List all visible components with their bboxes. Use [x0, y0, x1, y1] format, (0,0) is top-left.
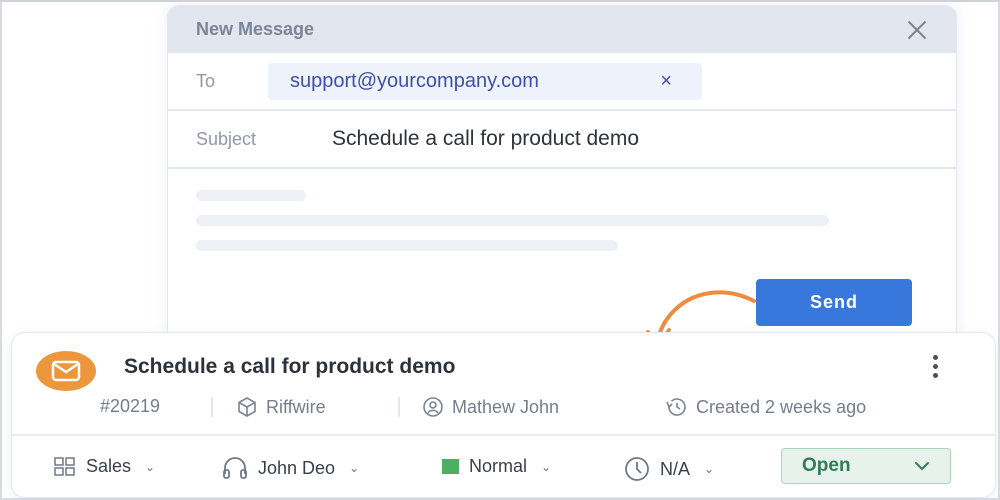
- chevron-down-icon: ⌄: [349, 461, 360, 475]
- mail-icon: [51, 360, 81, 382]
- ticket-avatar: [36, 351, 96, 391]
- ticket-title[interactable]: Schedule a call for product demo: [124, 355, 455, 379]
- agent-value: John Deo: [258, 457, 336, 478]
- divider: [398, 397, 400, 417]
- send-button[interactable]: Send: [756, 279, 912, 326]
- to-label: To: [196, 70, 216, 91]
- subject-row[interactable]: Subject Schedule a call for product demo: [168, 111, 956, 169]
- ticket-meta: #20219 Riffwire Mathew John Created 2 we…: [12, 396, 995, 422]
- cube-icon: [238, 397, 256, 417]
- headset-icon: [223, 457, 247, 479]
- body-placeholder-line: [196, 240, 618, 251]
- to-row: To support@yourcompany.com ×: [168, 53, 956, 111]
- chevron-down-icon: ⌄: [704, 462, 715, 476]
- status-dropdown[interactable]: Open: [781, 448, 951, 484]
- remove-recipient-icon[interactable]: ×: [660, 70, 680, 93]
- ticket-company[interactable]: Riffwire: [236, 396, 326, 418]
- clock-icon: [625, 457, 649, 481]
- recipient-chip[interactable]: support@yourcompany.com ×: [268, 62, 702, 100]
- recipient-email: support@yourcompany.com: [290, 69, 539, 92]
- ticket-created: Created 2 weeks ago: [664, 396, 866, 418]
- chevron-down-icon: [915, 462, 929, 471]
- body-placeholder-line: [196, 215, 829, 226]
- group-dropdown[interactable]: Sales ⌄: [54, 456, 155, 477]
- subject-input[interactable]: Schedule a call for product demo: [332, 127, 639, 151]
- close-icon[interactable]: [906, 19, 928, 41]
- subject-label: Subject: [196, 128, 257, 149]
- contact-name: Mathew John: [452, 396, 560, 417]
- created-time: Created 2 weeks ago: [696, 396, 867, 417]
- due-dropdown[interactable]: N/A ⌄: [624, 456, 714, 482]
- ticket-properties: Sales ⌄ John Deo ⌄ Normal ⌄ N/A ⌄ Open: [12, 436, 995, 496]
- ticket-contact[interactable]: Mathew John: [422, 396, 559, 418]
- ticket-card[interactable]: Schedule a call for product demo #20219 …: [11, 332, 996, 498]
- agent-dropdown[interactable]: John Deo ⌄: [222, 456, 359, 480]
- status-value: Open: [802, 455, 851, 476]
- user-icon: [423, 397, 443, 417]
- priority-value: Normal: [469, 456, 528, 476]
- compose-header: New Message: [168, 6, 956, 53]
- ticket-header: Schedule a call for product demo #20219 …: [12, 333, 995, 436]
- divider: [211, 397, 213, 417]
- chevron-down-icon: ⌄: [541, 459, 552, 474]
- due-value: N/A: [660, 458, 691, 479]
- compose-title: New Message: [196, 19, 315, 39]
- body-placeholder-line: [196, 190, 306, 201]
- group-value: Sales: [86, 456, 132, 476]
- priority-color-icon: [442, 459, 459, 474]
- company-name: Riffwire: [266, 396, 326, 417]
- history-icon: [666, 398, 686, 416]
- priority-dropdown[interactable]: Normal ⌄: [442, 456, 551, 477]
- chevron-down-icon: ⌄: [145, 459, 156, 474]
- compose-window: New Message To support@yourcompany.com ×…: [167, 5, 957, 337]
- grid-icon: [54, 456, 75, 476]
- more-options-icon[interactable]: [930, 355, 940, 381]
- ticket-id: #20219: [100, 396, 161, 416]
